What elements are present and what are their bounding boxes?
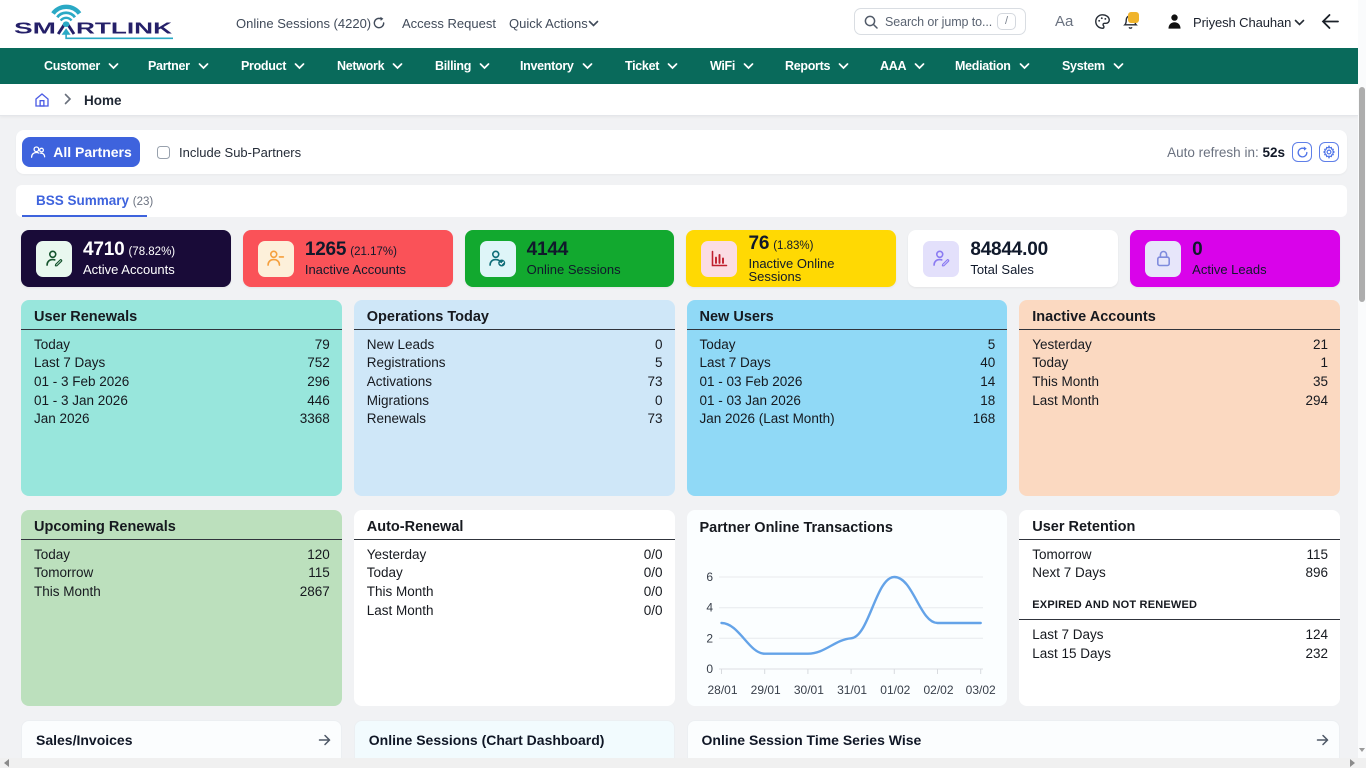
- svg-text:4: 4: [706, 601, 713, 615]
- svg-text:0: 0: [706, 662, 713, 676]
- svg-text:SM: SM: [14, 21, 56, 38]
- svg-text:RTLINK: RTLINK: [76, 21, 173, 38]
- svg-text:03/02: 03/02: [965, 683, 995, 697]
- svg-text:6: 6: [706, 570, 713, 584]
- svg-text:02/02: 02/02: [923, 683, 953, 697]
- svg-text:2: 2: [706, 631, 713, 645]
- svg-text:30/01: 30/01: [793, 683, 823, 697]
- svg-text:31/01: 31/01: [837, 683, 867, 697]
- svg-text:29/01: 29/01: [750, 683, 780, 697]
- svg-text:28/01: 28/01: [707, 683, 737, 697]
- svg-text:01/02: 01/02: [880, 683, 910, 697]
